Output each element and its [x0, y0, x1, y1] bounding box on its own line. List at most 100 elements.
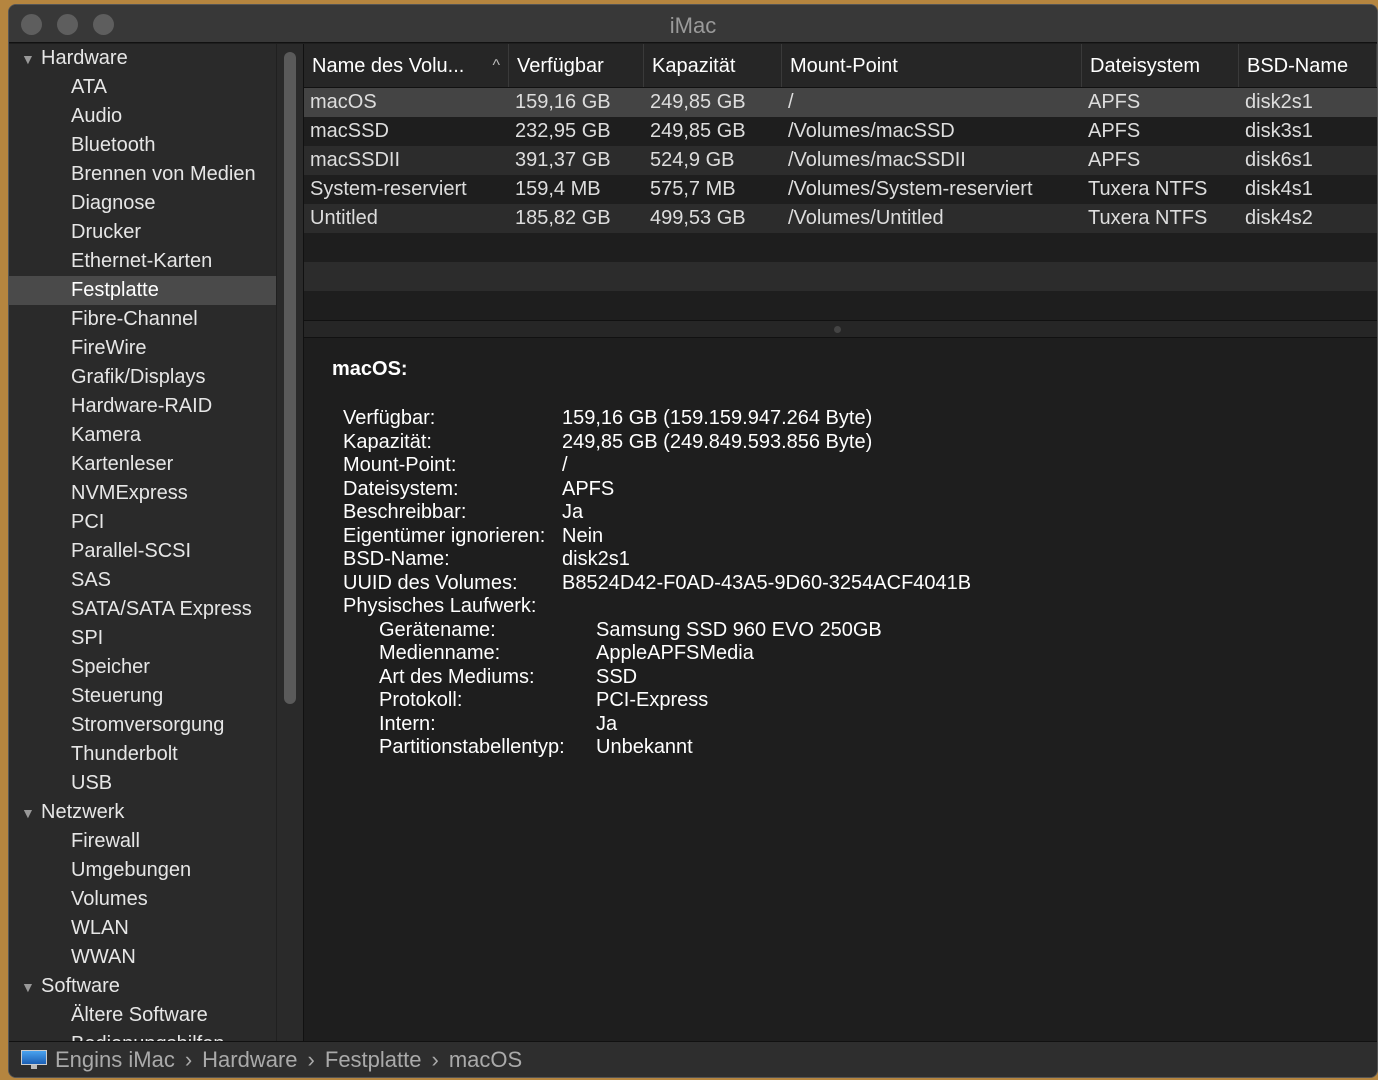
- sidebar-item-label: ATA: [71, 76, 107, 98]
- sidebar-item[interactable]: FireWire: [9, 334, 276, 363]
- detail-subfield: Partitionstabellentyp: Unbekannt: [332, 736, 1349, 760]
- sidebar-item[interactable]: NVMExpress: [9, 479, 276, 508]
- sidebar-item[interactable]: ATA: [9, 73, 276, 102]
- sidebar-item[interactable]: Drucker: [9, 218, 276, 247]
- table-row[interactable]: macSSD 232,95 GB 249,85 GB/Volumes/macSSD A…: [304, 117, 1377, 146]
- sidebar-item-label: Stromversorgung: [71, 714, 225, 736]
- sidebar-item[interactable]: Ältere Software: [9, 1001, 276, 1030]
- sidebar-item-label: Grafik/Displays: [71, 366, 206, 388]
- field-label: Verfügbar:: [343, 407, 436, 429]
- field-value: Ja: [562, 501, 584, 523]
- table-cell: /Volumes/System-reserviert: [788, 178, 1033, 200]
- table-row[interactable]: Untitled 185,82 GB 499,53 GB/Volumes/Untit…: [304, 204, 1377, 233]
- split-divider[interactable]: [304, 320, 1377, 338]
- field-value: Nein: [562, 524, 604, 547]
- column-header[interactable]: Mount-Point: [782, 44, 1082, 87]
- sidebar-item[interactable]: WWAN: [9, 943, 276, 972]
- sidebar-item-label: USB: [71, 772, 113, 794]
- sidebar-item[interactable]: Kartenleser: [9, 450, 276, 479]
- sort-ascending-icon: ^: [492, 57, 500, 74]
- column-header[interactable]: BSD-Name: [1239, 44, 1377, 87]
- sidebar-item[interactable]: Stromversorgung: [9, 711, 276, 740]
- breadcrumb-item[interactable]: macOS: [449, 1042, 522, 1078]
- column-header[interactable]: Kapazität: [644, 44, 782, 87]
- sidebar-item[interactable]: USB: [9, 769, 276, 798]
- sidebar-item[interactable]: PCI: [9, 508, 276, 537]
- sidebar-item[interactable]: Audio: [9, 102, 276, 131]
- sidebar-item[interactable]: SAS: [9, 566, 276, 595]
- sidebar-group[interactable]: ▼ Software: [9, 972, 276, 1001]
- field-value: PCI-Express: [596, 689, 709, 711]
- table-cell: System-reserviert: [310, 178, 467, 200]
- sidebar-item-label: Speicher: [71, 656, 150, 678]
- breadcrumb-separator: ›: [307, 1046, 315, 1072]
- sidebar-item-label: Drucker: [71, 221, 142, 243]
- detail-subfield: Intern: Ja: [332, 713, 1349, 737]
- column-header-label: Dateisystem: [1090, 55, 1201, 77]
- sidebar-item[interactable]: Bluetooth: [9, 131, 276, 160]
- sidebar-item[interactable]: Fibre-Channel: [9, 305, 276, 334]
- table-row[interactable]: macOS 159,16 GB 249,85 GB / APFS disk2s1: [304, 88, 1377, 117]
- title-bar: iMac: [9, 5, 1377, 43]
- column-header[interactable]: Verfügbar: [509, 44, 644, 87]
- breadcrumb-separator: ›: [431, 1046, 439, 1072]
- disclosure-triangle-icon[interactable]: ▼: [21, 799, 41, 828]
- detail-title: macOS:: [332, 358, 408, 380]
- volume-table: macOS 159,16 GB 249,85 GB / APFS disk2s1 macSS…: [304, 88, 1377, 320]
- breadcrumb-item[interactable]: Engins iMac: [55, 1042, 175, 1078]
- table-cell: Untitled: [310, 207, 378, 229]
- disclosure-triangle-icon[interactable]: ▼: [21, 45, 41, 74]
- detail-field: UUID des Volumes: B8524D42-F0AD-43A5-9D60…: [332, 572, 1349, 596]
- sidebar-item-label: Ältere Software: [71, 1004, 208, 1026]
- sidebar-item-label: Bluetooth: [71, 134, 156, 156]
- sidebar-item[interactable]: Grafik/Displays: [9, 363, 276, 392]
- sidebar-item[interactable]: Ethernet-Karten: [9, 247, 276, 276]
- scrollbar-thumb[interactable]: [284, 52, 296, 704]
- sidebar-item[interactable]: Umgebungen: [9, 856, 276, 885]
- sidebar-item[interactable]: Thunderbolt: [9, 740, 276, 769]
- detail-pane: macOS: Verfügbar: 159,16 GB (159.159.947.…: [304, 338, 1377, 780]
- sidebar-item[interactable]: Hardware-RAID: [9, 392, 276, 421]
- disclosure-triangle-icon[interactable]: ▼: [21, 973, 41, 1002]
- field-label: Intern:: [379, 712, 436, 735]
- sidebar-item[interactable]: Steuerung: [9, 682, 276, 711]
- sidebar-item[interactable]: Diagnose: [9, 189, 276, 218]
- sidebar-group[interactable]: ▼ Netzwerk: [9, 798, 276, 827]
- column-header[interactable]: Name des Volu... ^: [304, 44, 509, 87]
- sidebar-item[interactable]: Speicher: [9, 653, 276, 682]
- sidebar-item[interactable]: Bedienungshilfen: [9, 1030, 276, 1041]
- sidebar-item[interactable]: Festplatte: [9, 276, 276, 305]
- sidebar-group[interactable]: ▼ Hardware: [9, 44, 276, 73]
- sidebar-item-label: Umgebungen: [71, 859, 192, 881]
- sidebar-item[interactable]: SATA/SATA Express: [9, 595, 276, 624]
- sidebar-item-label: Steuerung: [71, 685, 164, 707]
- sidebar-scrollbar[interactable]: [276, 44, 304, 1041]
- table-cell: macSSD: [310, 120, 389, 142]
- table-row[interactable]: macSSDII 391,37 GB 524,9 GB/Volumes/macSSD…: [304, 146, 1377, 175]
- field-value: 249,85 GB (249.849.593.856 Byte): [562, 430, 873, 453]
- table-cell: 249,85 GB: [650, 91, 746, 113]
- sidebar-item-label: SAS: [71, 569, 112, 591]
- field-label: Partitionstabellentyp:: [379, 736, 565, 758]
- sidebar-item[interactable]: Firewall: [9, 827, 276, 856]
- field-label: Dateisystem:: [343, 477, 459, 500]
- sidebar-item[interactable]: Kamera: [9, 421, 276, 450]
- sidebar-item-label: Fibre-Channel: [71, 308, 198, 330]
- field-value: /: [562, 454, 568, 476]
- column-header[interactable]: Dateisystem: [1082, 44, 1239, 87]
- sidebar-item[interactable]: Brennen von Medien: [9, 160, 276, 189]
- sidebar-item-label: Hardware-RAID: [71, 395, 213, 417]
- breadcrumb-item[interactable]: Hardware: [202, 1042, 297, 1078]
- sidebar-item[interactable]: WLAN: [9, 914, 276, 943]
- sidebar-item[interactable]: Parallel-SCSI: [9, 537, 276, 566]
- table-row[interactable]: System-reserviert 159,4 MB 575,7 MB/Volume…: [304, 175, 1377, 204]
- sidebar-item[interactable]: Volumes: [9, 885, 276, 914]
- field-label: Protokoll:: [379, 689, 463, 711]
- divider-handle[interactable]: [834, 326, 841, 333]
- sidebar-item-label: Software: [41, 975, 120, 997]
- sidebar-item-label: Audio: [71, 105, 123, 127]
- sidebar-item[interactable]: SPI: [9, 624, 276, 653]
- breadcrumb-item[interactable]: Festplatte: [325, 1042, 422, 1078]
- table-cell: disk4s2: [1245, 207, 1313, 229]
- sidebar-item-label: Diagnose: [71, 192, 156, 214]
